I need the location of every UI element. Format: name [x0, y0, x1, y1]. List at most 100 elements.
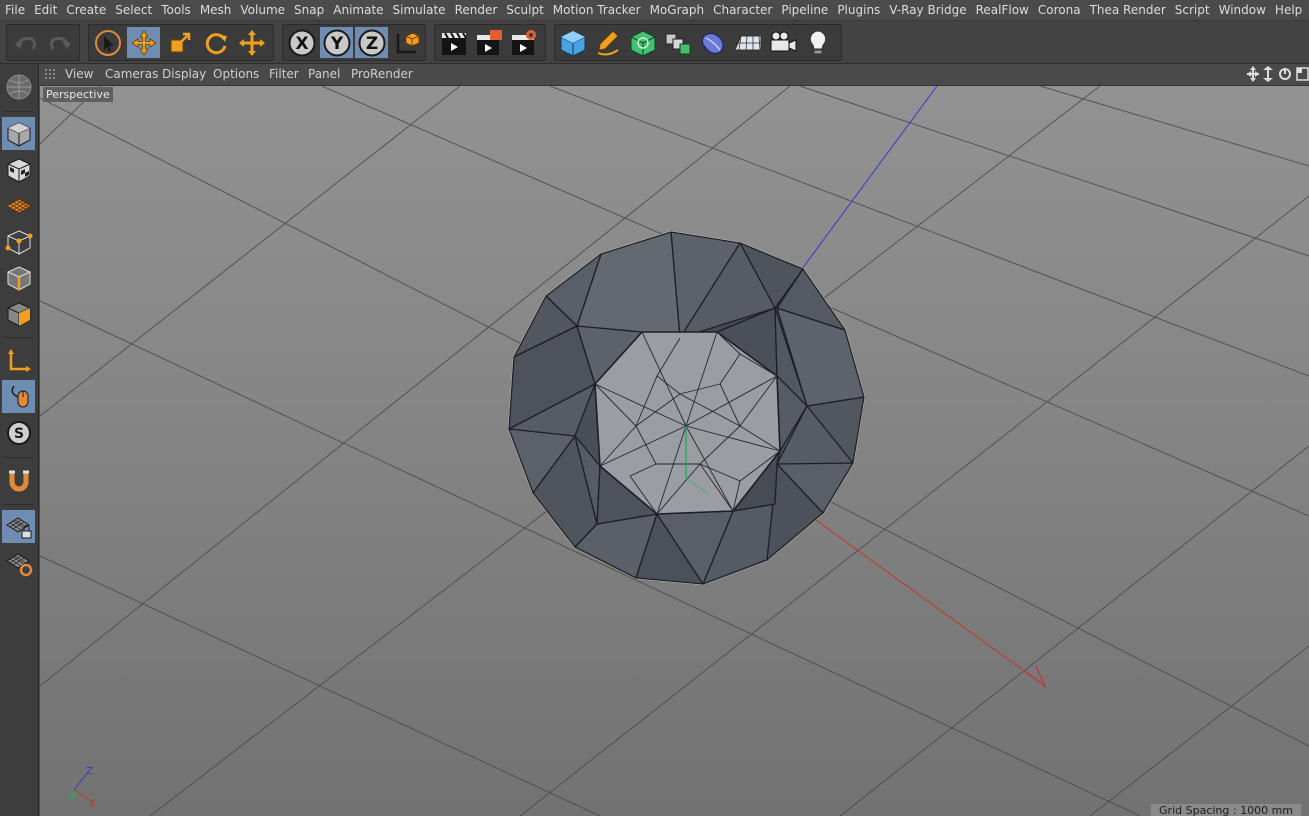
menu-render[interactable]: Render — [450, 0, 502, 20]
scene-canvas[interactable]: Z X Y — [40, 86, 1309, 816]
menu-create[interactable]: Create — [61, 0, 110, 20]
menu-edit[interactable]: Edit — [29, 0, 61, 20]
menu-vray-bridge[interactable]: V-Ray Bridge — [884, 0, 970, 20]
axis-lock-group: X Y Z — [282, 24, 426, 61]
menu-corona[interactable]: Corona — [1033, 0, 1085, 20]
axis-mode-button[interactable] — [2, 344, 35, 377]
pan-icon[interactable] — [1247, 66, 1259, 82]
edges-mode-button[interactable] — [2, 261, 35, 294]
render-view-button[interactable] — [437, 27, 470, 58]
menu-window[interactable]: Window — [1214, 0, 1270, 20]
rotate-tool-button[interactable] — [199, 27, 232, 58]
solo-button[interactable]: S — [2, 416, 35, 449]
floor-icon — [733, 35, 761, 50]
render-to-picture-viewer-icon — [476, 29, 502, 55]
y-axis-lock-button[interactable]: Y — [320, 27, 353, 58]
left-mode-palette: S — [0, 64, 39, 816]
redo-icon — [49, 36, 71, 50]
menu-realflow[interactable]: RealFlow — [971, 0, 1033, 20]
make-editable-button[interactable] — [2, 70, 35, 103]
cube-object-button[interactable] — [556, 27, 589, 58]
svg-text:S: S — [13, 426, 23, 442]
menu-file[interactable]: File — [0, 0, 29, 20]
scale-tool-button[interactable] — [163, 27, 196, 58]
viewport-menu-filter[interactable]: Filter — [269, 64, 299, 85]
solo-icon: S — [6, 420, 31, 445]
main-toolbar: X Y Z — [0, 21, 1309, 64]
viewport-menu-display[interactable]: Display — [162, 64, 206, 85]
menu-snap[interactable]: Snap — [289, 0, 328, 20]
maximize-viewport-icon[interactable] — [1296, 67, 1309, 81]
menu-thea-render[interactable]: Thea Render — [1085, 0, 1170, 20]
x-axis-circle-icon: X — [288, 29, 315, 56]
menu-motion-tracker[interactable]: Motion Tracker — [548, 0, 645, 20]
live-selection-button[interactable] — [91, 27, 124, 58]
polygon-sphere-object[interactable] — [508, 231, 865, 585]
menu-character[interactable]: Character — [708, 0, 776, 20]
polygons-mode-button[interactable] — [2, 297, 35, 330]
orbit-icon[interactable] — [1279, 68, 1291, 80]
workplane-button[interactable] — [2, 189, 35, 222]
grip-icon[interactable] — [45, 69, 56, 80]
floor-button[interactable] — [731, 27, 764, 58]
menu-script[interactable]: Script — [1170, 0, 1214, 20]
light-object-button[interactable] — [801, 27, 834, 58]
model-mode-button[interactable] — [2, 117, 35, 150]
menu-animate[interactable]: Animate — [328, 0, 387, 20]
recent-tool-button[interactable] — [235, 27, 268, 58]
menu-select[interactable]: Select — [110, 0, 156, 20]
locked-workplane-button[interactable] — [2, 510, 35, 543]
move-tool-button[interactable] — [127, 27, 160, 58]
viewport-menu-view[interactable]: View — [65, 64, 93, 85]
render-to-picture-viewer-button[interactable] — [472, 27, 505, 58]
render-settings-button[interactable] — [507, 27, 540, 58]
x-axis-label: X — [295, 34, 308, 54]
pen-spline-button[interactable] — [591, 27, 624, 58]
undo-button[interactable] — [9, 27, 42, 58]
menu-mograph[interactable]: MoGraph — [645, 0, 709, 20]
viewport-menu-bar: View Cameras Display Options Filter Pane… — [40, 64, 1309, 86]
cube-icon — [560, 29, 585, 57]
texture-mode-button[interactable] — [2, 153, 35, 186]
menu-plugins[interactable]: Plugins — [832, 0, 884, 20]
make-editable-icon — [6, 74, 31, 99]
camera-object-button[interactable] — [766, 27, 799, 58]
viewport-menu-panel[interactable]: Panel — [308, 64, 340, 85]
menu-tools[interactable]: Tools — [156, 0, 195, 20]
snapping-button[interactable] — [2, 464, 35, 497]
menu-mesh[interactable]: Mesh — [195, 0, 236, 20]
menu-bar: File Edit Create Select Tools Mesh Volum… — [0, 0, 1309, 21]
menu-help[interactable]: Help — [1270, 0, 1306, 20]
points-mode-icon — [5, 229, 32, 255]
recent-tool-icon — [238, 29, 265, 56]
axis-mode-icon — [7, 348, 31, 372]
locked-workplane-icon — [5, 516, 31, 538]
dolly-icon[interactable] — [1263, 66, 1273, 82]
orientation-gizmo: Z X Y — [68, 766, 96, 810]
world-coordinates-icon — [396, 31, 419, 53]
array-button[interactable] — [661, 27, 694, 58]
menu-sculpt[interactable]: Sculpt — [501, 0, 547, 20]
menu-volume[interactable]: Volume — [235, 0, 289, 20]
menu-simulate[interactable]: Simulate — [388, 0, 450, 20]
viewport-menu-options[interactable]: Options — [213, 64, 259, 85]
texture-mode-icon — [7, 157, 30, 183]
render-view-icon — [441, 31, 467, 55]
z-axis-lock-button[interactable]: Z — [355, 27, 388, 58]
perspective-viewport[interactable]: Z X Y Perspective Grid Spacing : 1000 mm — [40, 86, 1309, 816]
viewport-camera-label[interactable]: Perspective — [43, 87, 113, 102]
gizmo-y-label: Y — [68, 792, 76, 803]
deformer-button[interactable] — [696, 27, 729, 58]
menu-pipeline[interactable]: Pipeline — [776, 0, 832, 20]
x-axis-lock-button[interactable]: X — [285, 27, 318, 58]
planar-workplane-button[interactable] — [2, 546, 35, 579]
subdivision-surface-button[interactable] — [626, 27, 659, 58]
points-mode-button[interactable] — [2, 225, 35, 258]
redo-button[interactable] — [43, 27, 76, 58]
tweak-mode-icon — [10, 385, 28, 407]
model-mode-icon — [7, 121, 30, 147]
tweak-mode-button[interactable] — [2, 380, 35, 413]
viewport-menu-prorender[interactable]: ProRender — [351, 64, 413, 85]
viewport-menu-cameras[interactable]: Cameras — [105, 64, 158, 85]
coordinate-system-button[interactable] — [390, 27, 423, 58]
